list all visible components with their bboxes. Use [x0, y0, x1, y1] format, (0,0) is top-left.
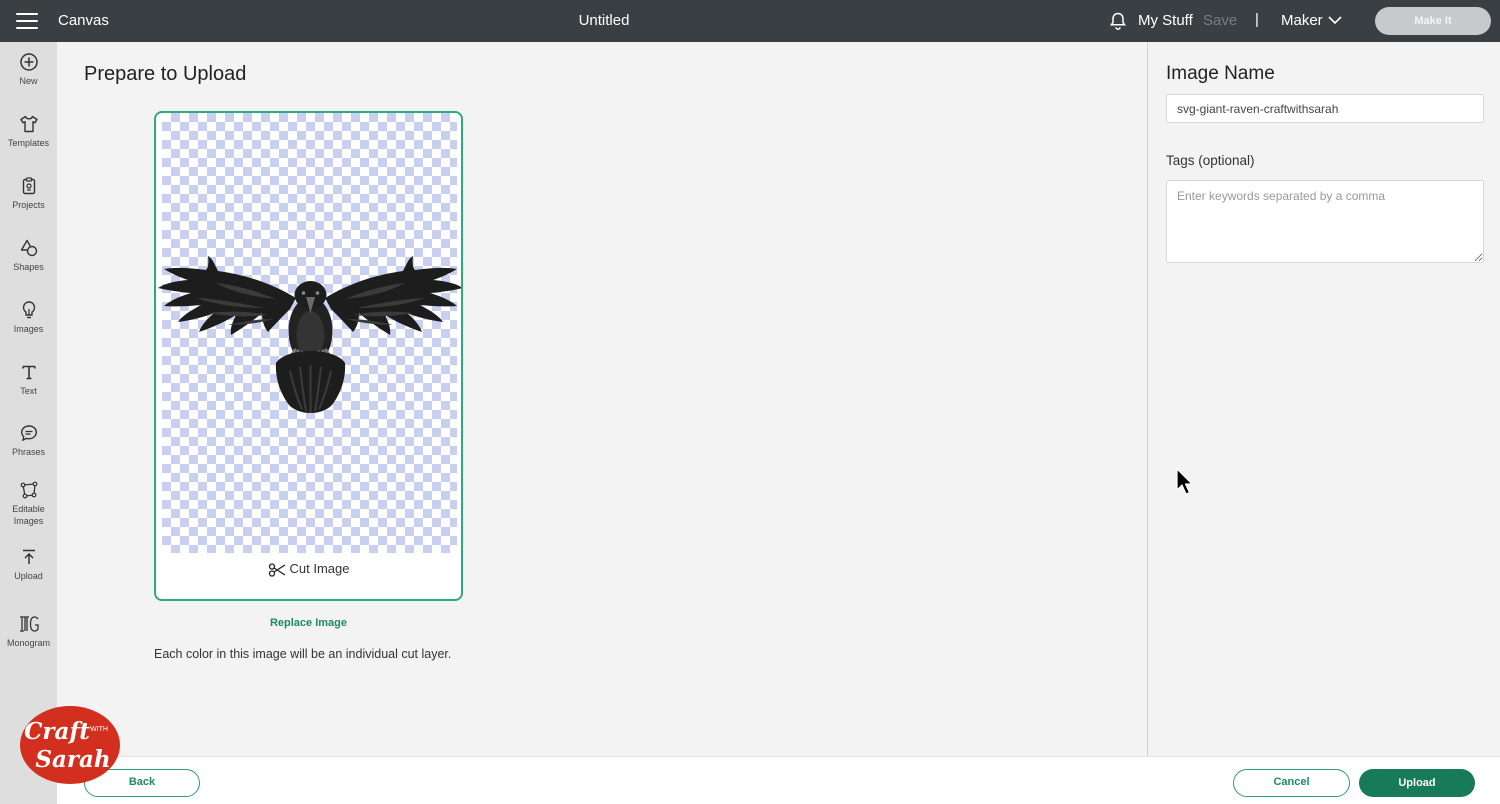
left-sidebar: New Templates Projects Shapes Images Tex…: [0, 42, 57, 804]
sidebar-item-label: Editable Images: [12, 504, 45, 526]
clipboard-icon: [22, 177, 35, 195]
sidebar-item-label: Projects: [12, 200, 45, 210]
sidebar-item-monogram[interactable]: Monogram: [0, 614, 57, 649]
sidebar-item-images[interactable]: Images: [0, 300, 57, 335]
image-preview-card[interactable]: Cut Image: [154, 111, 463, 601]
logo-word-sarah: Sarah: [35, 746, 110, 773]
raven-image: [158, 256, 461, 413]
topbar-separator: |: [1255, 11, 1259, 28]
lightbulb-icon: [22, 301, 35, 319]
cut-image-option[interactable]: Cut Image: [156, 561, 461, 577]
upload-button[interactable]: Upload: [1359, 769, 1475, 797]
logo-word-craft: Craft: [24, 718, 90, 745]
sidebar-item-label: Monogram: [6, 638, 51, 648]
main-content: Prepare to Upload Cut Image Replace Imag…: [57, 42, 1147, 756]
sidebar-item-new[interactable]: New: [0, 52, 57, 87]
cancel-button[interactable]: Cancel: [1233, 769, 1350, 797]
sidebar-item-label: Shapes: [13, 262, 44, 272]
make-it-button[interactable]: Make It: [1375, 7, 1491, 35]
editable-image-icon: [20, 481, 37, 499]
scissors-icon: [268, 562, 285, 577]
tshirt-icon: [19, 115, 38, 133]
tags-input[interactable]: [1166, 180, 1484, 263]
sidebar-item-label: Text: [20, 386, 37, 396]
sidebar-item-label: New: [19, 76, 38, 86]
mouse-cursor-icon: [1176, 468, 1193, 495]
image-details-panel: Image Name Tags (optional): [1147, 42, 1500, 756]
sidebar-item-label: Upload: [14, 571, 43, 581]
machine-selector[interactable]: Maker: [1281, 12, 1323, 29]
sidebar-item-label: Phrases: [11, 447, 46, 457]
text-icon: [21, 365, 36, 380]
shapes-icon: [20, 239, 37, 257]
sidebar-item-label: Images: [13, 324, 44, 334]
image-name-label: Image Name: [1166, 63, 1275, 84]
monogram-icon: [19, 616, 39, 632]
transparency-checkerboard: [158, 113, 461, 553]
image-name-input[interactable]: [1166, 94, 1484, 123]
plus-circle-icon: [19, 53, 38, 71]
sidebar-item-projects[interactable]: Projects: [0, 176, 57, 211]
sidebar-item-shapes[interactable]: Shapes: [0, 238, 57, 273]
sidebar-item-upload[interactable]: Upload: [0, 547, 57, 582]
tags-label: Tags (optional): [1166, 153, 1255, 168]
replace-image-link[interactable]: Replace Image: [154, 617, 463, 629]
upload-icon: [22, 549, 35, 564]
logo-word-with: WITH: [90, 726, 108, 733]
sidebar-item-phrases[interactable]: Phrases: [0, 423, 57, 458]
document-title[interactable]: Untitled: [0, 12, 1208, 29]
chevron-down-icon[interactable]: [1328, 15, 1342, 25]
sidebar-item-text[interactable]: Text: [0, 362, 57, 397]
cut-image-label: Cut Image: [289, 561, 350, 576]
save-button[interactable]: Save: [1203, 12, 1237, 29]
bottom-action-bar: Back Cancel Upload: [57, 756, 1500, 804]
top-bar: Canvas Untitled My Stuff Save | Maker Ma…: [0, 0, 1500, 42]
sidebar-item-editable-images[interactable]: Editable Images: [0, 480, 57, 527]
page-title: Prepare to Upload: [84, 63, 247, 85]
craft-with-sarah-logo: Craft WITH Sarah: [20, 706, 120, 784]
cut-layer-note: Each color in this image will be an indi…: [154, 647, 452, 661]
sidebar-item-label: Templates: [7, 138, 50, 148]
my-stuff-link[interactable]: My Stuff: [1138, 12, 1193, 29]
sidebar-item-templates[interactable]: Templates: [0, 114, 57, 149]
bell-icon[interactable]: [1108, 11, 1128, 31]
speech-bubble-icon: [20, 425, 37, 442]
